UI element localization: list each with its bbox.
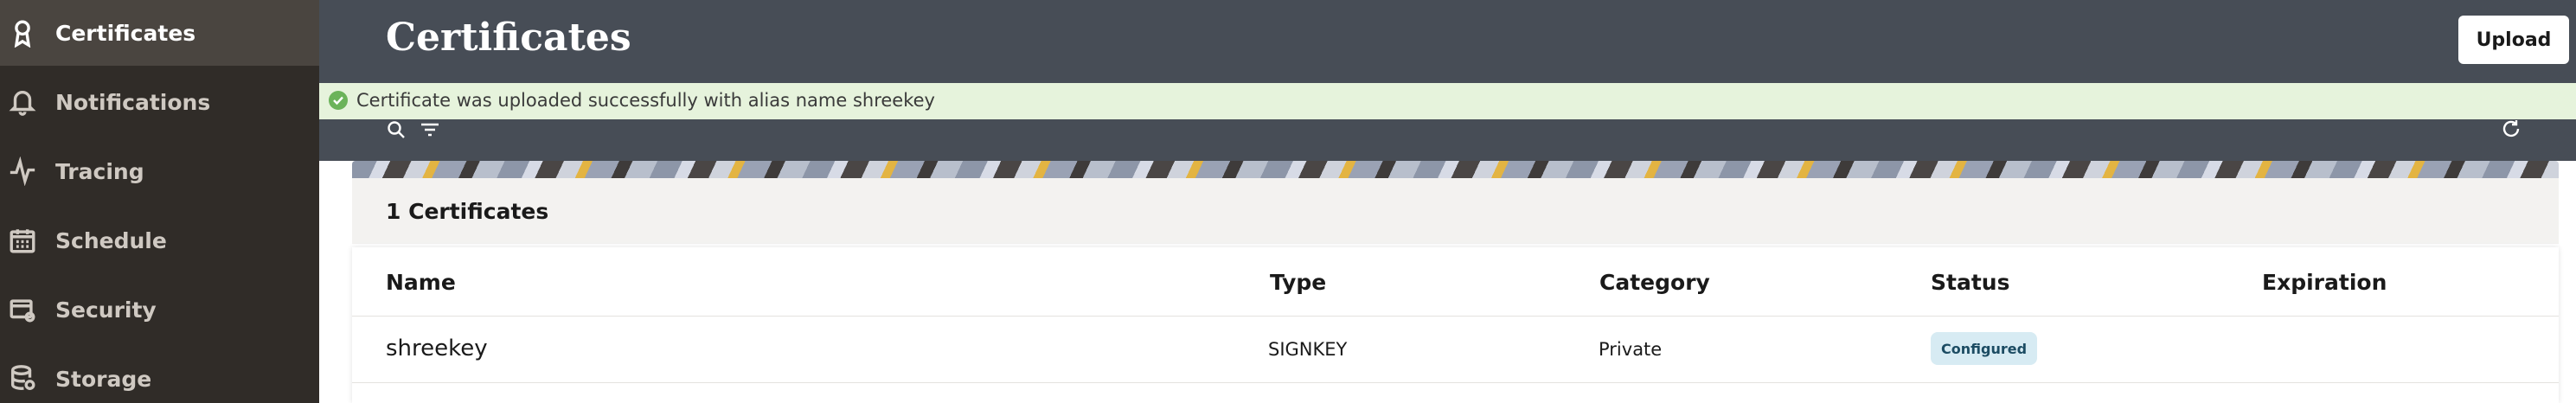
column-header-type[interactable]: Type — [1270, 270, 1326, 295]
results-count: 1 Certificates — [386, 199, 549, 224]
upload-button[interactable]: Upload — [2458, 16, 2569, 64]
sidebar-item-security[interactable]: Security — [0, 277, 319, 342]
sidebar-item-label: Security — [55, 297, 157, 323]
sidebar-item-label: Certificates — [55, 20, 196, 46]
filter-icon[interactable] — [419, 119, 441, 144]
results-count-bar — [352, 178, 2559, 244]
column-header-status[interactable]: Status — [1931, 270, 2009, 295]
calendar-icon — [7, 225, 38, 256]
cell-name[interactable]: shreekey — [386, 336, 488, 361]
sidebar-item-schedule[interactable]: Schedule — [0, 208, 319, 273]
search-icon[interactable] — [386, 119, 407, 144]
sidebar-item-label: Schedule — [55, 227, 167, 253]
page-header — [319, 0, 2576, 83]
column-header-name[interactable]: Name — [386, 270, 456, 295]
status-badge: Configured — [1931, 332, 2038, 365]
success-message: Certificate was uploaded successfully wi… — [356, 90, 935, 111]
sidebar: Certificates Notifications Tracing Sched… — [0, 0, 319, 403]
list-toolbar — [319, 119, 2576, 161]
table-row[interactable] — [352, 317, 2559, 382]
cell-category: Private — [1599, 339, 1663, 360]
sidebar-item-label: Tracing — [55, 158, 144, 184]
cell-type: SIGNKEY — [1268, 339, 1348, 360]
sidebar-item-label: Storage — [55, 366, 152, 392]
refresh-icon[interactable] — [2500, 118, 2522, 144]
pulse-icon — [7, 156, 38, 187]
certificate-icon — [7, 17, 38, 48]
decorative-banner-image — [352, 161, 2559, 178]
database-icon — [7, 363, 38, 394]
sidebar-item-notifications[interactable]: Notifications — [0, 69, 319, 135]
page-title: Certificates — [386, 16, 631, 60]
row-divider — [352, 382, 2559, 383]
column-header-category[interactable]: Category — [1599, 270, 1710, 295]
column-header-expiration[interactable]: Expiration — [2262, 270, 2387, 295]
success-check-icon — [329, 91, 348, 114]
security-settings-icon — [7, 294, 38, 325]
sidebar-item-tracing[interactable]: Tracing — [0, 138, 319, 204]
sidebar-item-storage[interactable]: Storage — [0, 346, 319, 403]
sidebar-item-certificates[interactable]: Certificates — [0, 0, 319, 66]
sidebar-item-label: Notifications — [55, 89, 211, 115]
bell-icon — [7, 86, 38, 118]
